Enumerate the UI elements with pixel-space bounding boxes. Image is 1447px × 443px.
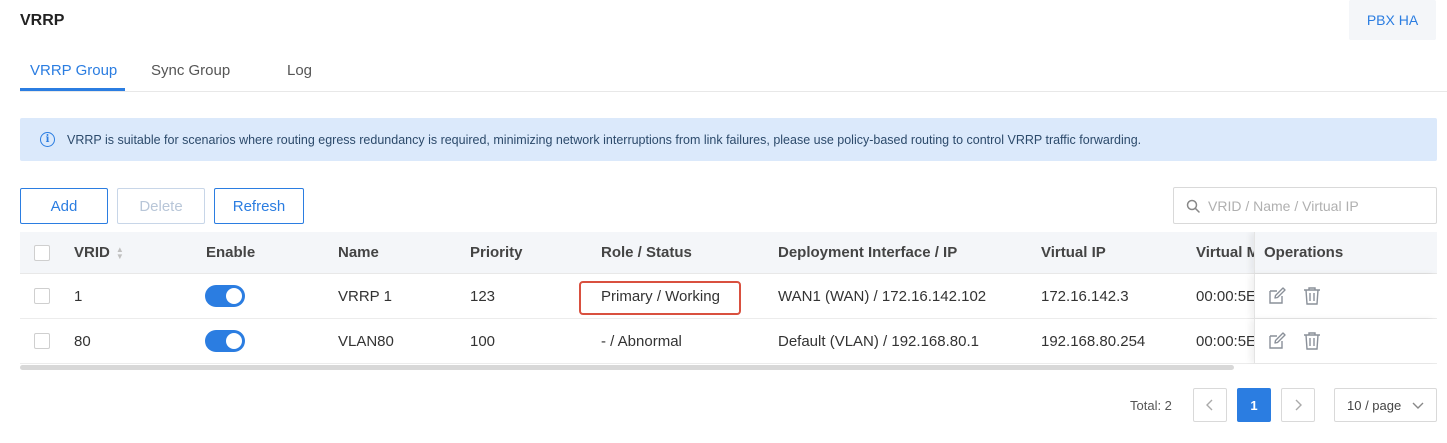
- refresh-button[interactable]: Refresh: [214, 188, 304, 224]
- enable-toggle[interactable]: [205, 285, 245, 307]
- operations-column-header: Operations: [1254, 232, 1437, 273]
- header-enable: Enable: [206, 244, 256, 261]
- header-role-status: Role / Status: [601, 244, 692, 261]
- delete-button[interactable]: Delete: [117, 188, 205, 224]
- info-icon: i: [40, 132, 55, 147]
- cell-vrid: 80: [74, 332, 91, 350]
- info-banner: i VRRP is suitable for scenarios where r…: [20, 118, 1437, 161]
- vrrp-table: VRID ▲ ▼ Enable Name Priority Role / Stat…: [20, 232, 1437, 364]
- page-title: VRRP: [20, 12, 65, 29]
- pbx-ha-button[interactable]: PBX HA: [1349, 0, 1436, 40]
- select-all-checkbox[interactable]: [34, 244, 50, 261]
- cell-deployment-interface: Default (VLAN) / 192.168.80.1: [778, 332, 979, 350]
- add-button[interactable]: Add: [20, 188, 108, 224]
- cell-priority: 100: [470, 332, 496, 350]
- cell-name: VLAN80: [338, 332, 394, 350]
- cell-vrid: 1: [74, 287, 83, 305]
- search-input[interactable]: [1208, 197, 1428, 214]
- header-priority: Priority: [470, 244, 523, 261]
- row-select-cell: [34, 274, 50, 318]
- cell-role-status: Primary / Working: [601, 287, 720, 305]
- sort-icon[interactable]: ▲ ▼: [116, 245, 124, 260]
- header-operations: Operations: [1264, 244, 1344, 261]
- cell-enable: [205, 319, 245, 363]
- next-page-button[interactable]: [1281, 388, 1315, 422]
- page-size-select[interactable]: 10 / page: [1334, 388, 1437, 422]
- chevron-right-icon: [1295, 399, 1302, 411]
- active-tab-indicator: [20, 88, 125, 91]
- header-vrid[interactable]: VRID ▲ ▼: [74, 232, 124, 273]
- chevron-left-icon: [1206, 399, 1213, 411]
- tab-vrrp-group[interactable]: VRRP Group: [30, 50, 117, 91]
- operations-cell: [1254, 319, 1437, 363]
- header-name: Name: [338, 244, 379, 261]
- cell-virtual-ip: 192.168.80.254: [1041, 332, 1146, 350]
- header-vrid-label: VRID: [74, 244, 110, 261]
- header-deployment-interface: Deployment Interface / IP: [778, 244, 958, 261]
- prev-page-button[interactable]: [1193, 388, 1227, 422]
- toggle-knob: [226, 333, 242, 349]
- operations-cell: [1254, 274, 1437, 318]
- cell-priority: 123: [470, 287, 496, 305]
- info-text: VRRP is suitable for scenarios where rou…: [67, 132, 1142, 147]
- cell-name: VRRP 1: [338, 287, 392, 305]
- horizontal-scrollbar[interactable]: [20, 365, 1234, 370]
- cell-enable: [205, 274, 245, 318]
- search-box: [1173, 187, 1437, 224]
- row-select-cell: [34, 319, 50, 363]
- tab-log[interactable]: Log: [287, 50, 312, 91]
- delete-icon[interactable]: [1301, 330, 1323, 352]
- table-header: VRID ▲ ▼ Enable Name Priority Role / Stat…: [20, 232, 1437, 274]
- cell-role-status: - / Abnormal: [601, 332, 682, 350]
- page-number-button[interactable]: 1: [1237, 388, 1271, 422]
- edit-icon[interactable]: [1266, 285, 1288, 307]
- pagination-total: Total: 2: [1130, 398, 1172, 413]
- chevron-down-icon: [1412, 402, 1424, 409]
- tab-bar: VRRP Group Sync Group Log: [20, 50, 1447, 92]
- row-checkbox[interactable]: [34, 288, 50, 304]
- delete-icon[interactable]: [1301, 285, 1323, 307]
- enable-toggle[interactable]: [205, 330, 245, 352]
- cell-deployment-interface: WAN1 (WAN) / 172.16.142.102: [778, 287, 987, 305]
- page-size-value: 10 / page: [1347, 397, 1402, 413]
- table-row: 1 VRRP 1 123 Primary / Working WAN1 (WAN…: [20, 274, 1437, 319]
- header-virtual-ip: Virtual IP: [1041, 244, 1106, 261]
- table-row: 80 VLAN80 100 - / Abnormal Default (VLAN…: [20, 319, 1437, 364]
- search-icon: [1186, 199, 1200, 213]
- edit-icon[interactable]: [1266, 330, 1288, 352]
- row-checkbox[interactable]: [34, 333, 50, 349]
- select-all-cell: [34, 232, 50, 273]
- toggle-knob: [226, 288, 242, 304]
- cell-virtual-ip: 172.16.142.3: [1041, 287, 1129, 305]
- tab-sync-group[interactable]: Sync Group: [151, 50, 230, 91]
